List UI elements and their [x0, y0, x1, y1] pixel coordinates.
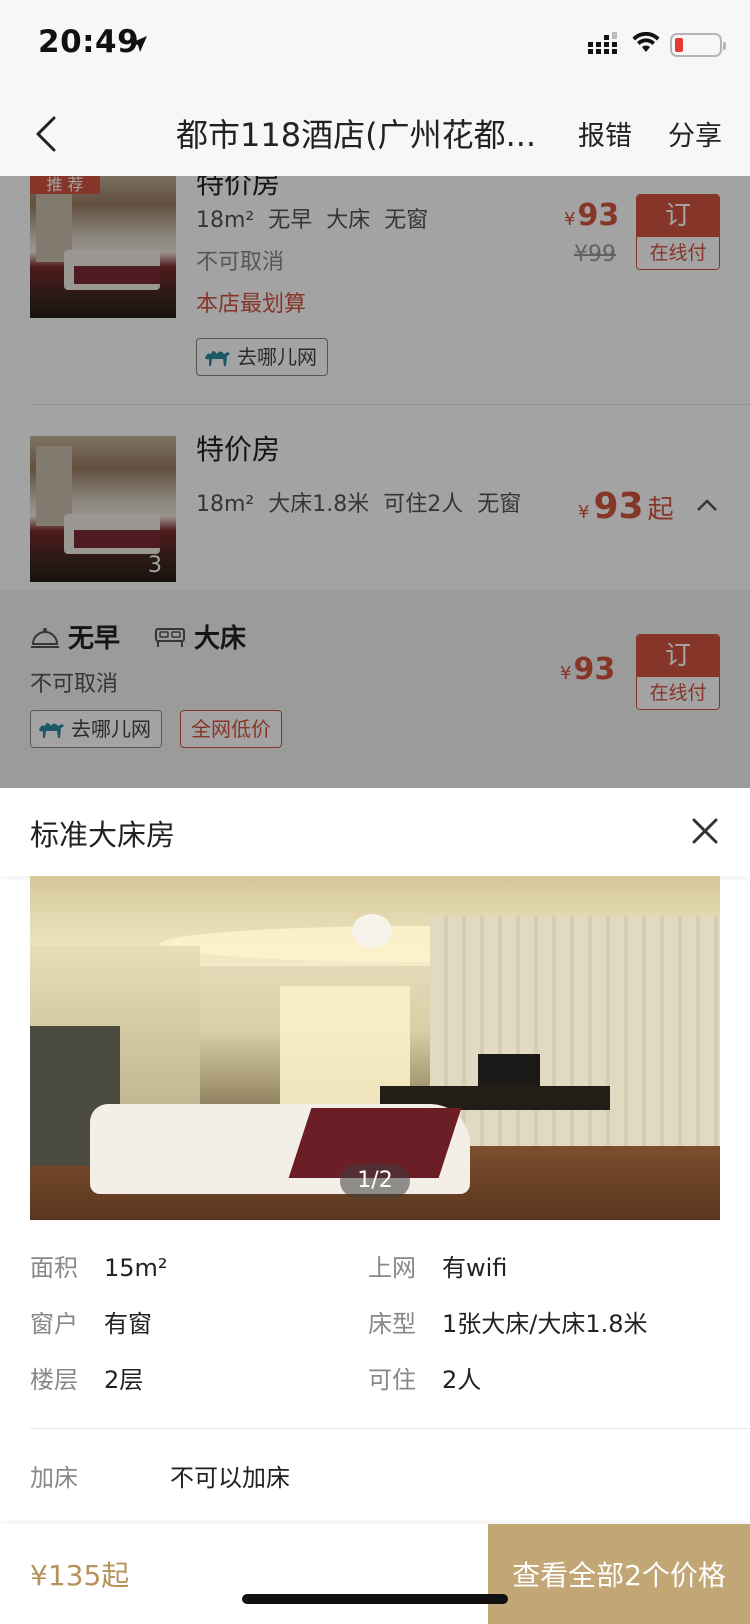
- info-area: 面积 15m²: [30, 1254, 168, 1282]
- extra-bed-label: 加床: [30, 1464, 78, 1492]
- view-all-prices-button[interactable]: 查看全部2个价格: [488, 1524, 750, 1624]
- info-window: 窗户 有窗: [30, 1310, 152, 1338]
- battery-icon: [670, 33, 726, 57]
- status-time: 20:49: [38, 24, 140, 60]
- battery-level: [675, 38, 683, 52]
- back-chevron-icon[interactable]: [28, 112, 68, 156]
- starting-price: ¥135起: [30, 1559, 130, 1592]
- photo-counter: 1/2: [340, 1164, 410, 1198]
- room-detail-sheet: 标准大床房 1/2 面积 15m² 上网 有wifi 窗户 有窗 床型 1张大床/大床1…: [0, 788, 750, 1624]
- info-internet: 上网 有wifi: [368, 1254, 508, 1282]
- sheet-header: 标准大床房: [0, 788, 750, 876]
- info-occupancy: 可住 2人: [368, 1366, 482, 1394]
- share-button[interactable]: 分享: [668, 114, 722, 153]
- info-floor: 楼层 2层: [30, 1366, 144, 1394]
- close-icon[interactable]: [690, 816, 720, 846]
- divider: [30, 1428, 750, 1429]
- hotel-title: 都市118酒店(广州花都...: [176, 116, 537, 154]
- bottom-bar: ¥135起 查看全部2个价格: [0, 1524, 750, 1624]
- dim-overlay[interactable]: [0, 176, 750, 788]
- extra-bed-value: 不可以加床: [170, 1464, 290, 1492]
- status-bar: 20:49: [0, 0, 750, 90]
- room-photo[interactable]: 1/2: [30, 876, 720, 1220]
- info-bed-type: 床型 1张大床/大床1.8米: [368, 1310, 648, 1338]
- report-error-button[interactable]: 报错: [578, 114, 632, 153]
- sheet-title: 标准大床房: [30, 818, 176, 852]
- nav-bar: 都市118酒店(广州花都... 报错 分享: [0, 90, 750, 176]
- location-arrow-icon: [131, 36, 147, 52]
- cellular-signal-icon: [588, 32, 617, 54]
- wifi-icon: [632, 32, 660, 52]
- home-indicator[interactable]: [242, 1594, 508, 1604]
